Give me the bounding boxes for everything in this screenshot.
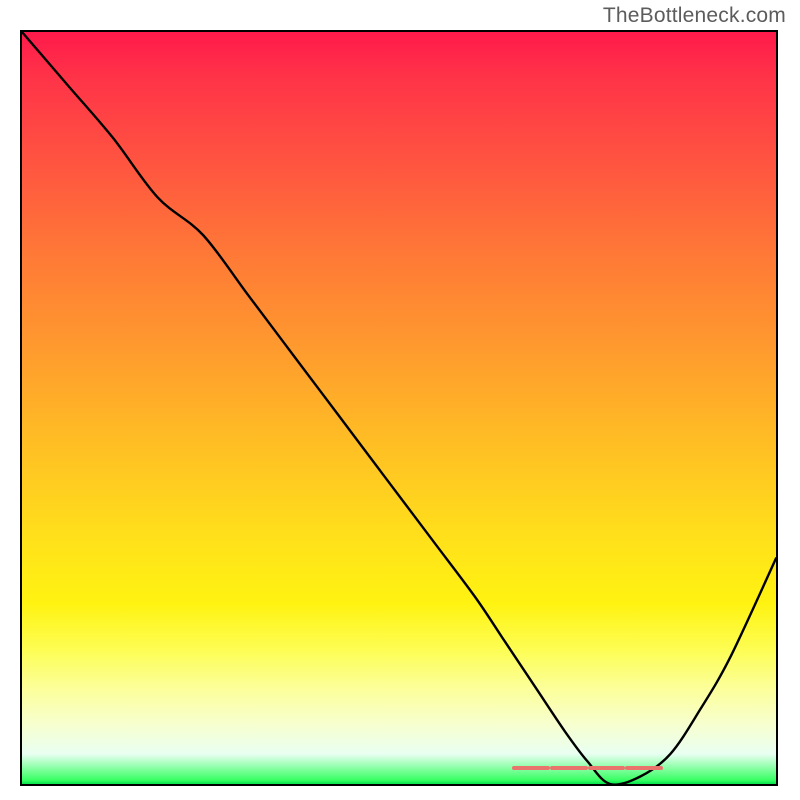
optimal-marker-cell — [97, 766, 135, 770]
optimal-marker-cell — [286, 766, 324, 770]
optimal-marker-cell — [588, 766, 626, 770]
optimal-marker-cell — [60, 766, 98, 770]
bottleneck-curve — [22, 32, 776, 784]
optimal-marker-cell — [135, 766, 173, 770]
plot-frame — [20, 30, 778, 786]
optimal-marker-cell — [324, 766, 362, 770]
optimal-marker-cell — [738, 766, 776, 770]
optimal-marker-cell — [248, 766, 286, 770]
optimal-marker-cell — [550, 766, 588, 770]
optimal-marker-cell — [663, 766, 701, 770]
optimal-marker-cell — [437, 766, 475, 770]
optimal-marker-cell — [361, 766, 399, 770]
optimal-marker-cell — [512, 766, 550, 770]
optimal-marker-cell — [701, 766, 739, 770]
optimal-marker-cell — [399, 766, 437, 770]
optimal-marker-cell — [22, 766, 60, 770]
watermark-text: TheBottleneck.com — [603, 4, 786, 28]
optimal-marker-cell — [625, 766, 663, 770]
chart-container: TheBottleneck.com — [0, 0, 800, 800]
optimal-range-markers — [22, 766, 776, 770]
optimal-marker-cell — [474, 766, 512, 770]
optimal-marker-cell — [173, 766, 211, 770]
optimal-marker-cell — [211, 766, 249, 770]
